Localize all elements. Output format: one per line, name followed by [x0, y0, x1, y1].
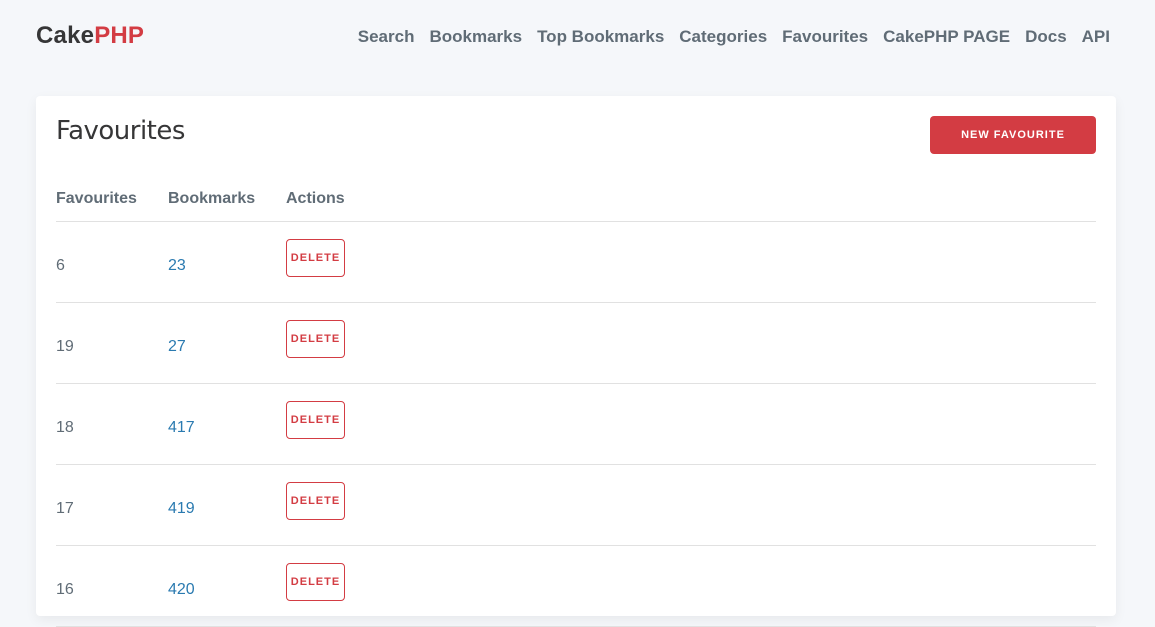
top-nav-bar: CakePHP Search Bookmarks Top Bookmarks C… [0, 0, 1155, 75]
bookmark-link[interactable]: 420 [168, 581, 195, 598]
brand-php-text: PHP [94, 22, 145, 49]
brand-logo-link[interactable]: CakePHP [36, 22, 144, 50]
favourite-id-cell: 6 [56, 221, 168, 303]
nav-link-docs[interactable]: Docs [1025, 27, 1067, 47]
page-title: Favourites [56, 116, 185, 146]
nav-link-categories[interactable]: Categories [679, 27, 767, 47]
brand-cake-text: Cake [36, 22, 95, 49]
table-row: 6 23 DELETE [56, 221, 1096, 303]
bookmark-link[interactable]: 417 [168, 419, 195, 436]
column-header-bookmarks[interactable]: Bookmarks [168, 176, 286, 222]
bookmark-link[interactable]: 419 [168, 500, 195, 517]
table-header-row: Favourites Bookmarks Actions [56, 176, 1096, 222]
bookmark-cell: 417 [168, 383, 286, 465]
actions-cell: DELETE [286, 383, 1096, 465]
delete-button[interactable]: DELETE [286, 563, 345, 601]
actions-cell: DELETE [286, 221, 1096, 303]
table-row: 17 419 DELETE [56, 464, 1096, 546]
table-row: 19 27 DELETE [56, 302, 1096, 384]
delete-button[interactable]: DELETE [286, 239, 345, 277]
delete-button[interactable]: DELETE [286, 482, 345, 520]
table-row: 16 420 DELETE [56, 545, 1096, 627]
favourite-id-cell: 16 [56, 545, 168, 627]
bookmark-cell: 419 [168, 464, 286, 546]
actions-cell: DELETE [286, 302, 1096, 384]
table-row: 18 417 DELETE [56, 383, 1096, 465]
favourites-table: Favourites Bookmarks Actions 6 23 DELETE… [56, 176, 1096, 627]
bookmark-cell: 23 [168, 221, 286, 303]
nav-link-cakephp-page[interactable]: CakePHP PAGE [883, 27, 1010, 47]
favourite-id-cell: 17 [56, 464, 168, 546]
nav-link-top-bookmarks[interactable]: Top Bookmarks [537, 27, 664, 47]
actions-cell: DELETE [286, 545, 1096, 627]
main-nav: Search Bookmarks Top Bookmarks Categorie… [358, 27, 1110, 47]
favourite-id-cell: 19 [56, 302, 168, 384]
delete-button[interactable]: DELETE [286, 401, 345, 439]
delete-button[interactable]: DELETE [286, 320, 345, 358]
content-card: Favourites NEW FAVOURITE Favourites Book… [36, 96, 1116, 627]
actions-cell: DELETE [286, 464, 1096, 546]
bookmark-cell: 27 [168, 302, 286, 384]
bookmark-link[interactable]: 27 [168, 338, 186, 355]
bookmark-link[interactable]: 23 [168, 257, 186, 274]
column-header-actions: Actions [286, 176, 1096, 222]
nav-link-search[interactable]: Search [358, 27, 415, 47]
favourite-id-cell: 18 [56, 383, 168, 465]
nav-link-api[interactable]: API [1082, 27, 1110, 47]
column-header-favourites[interactable]: Favourites [56, 176, 168, 222]
bookmark-cell: 420 [168, 545, 286, 627]
nav-link-bookmarks[interactable]: Bookmarks [429, 27, 522, 47]
nav-link-favourites[interactable]: Favourites [782, 27, 868, 47]
new-favourite-button[interactable]: NEW FAVOURITE [930, 116, 1096, 154]
